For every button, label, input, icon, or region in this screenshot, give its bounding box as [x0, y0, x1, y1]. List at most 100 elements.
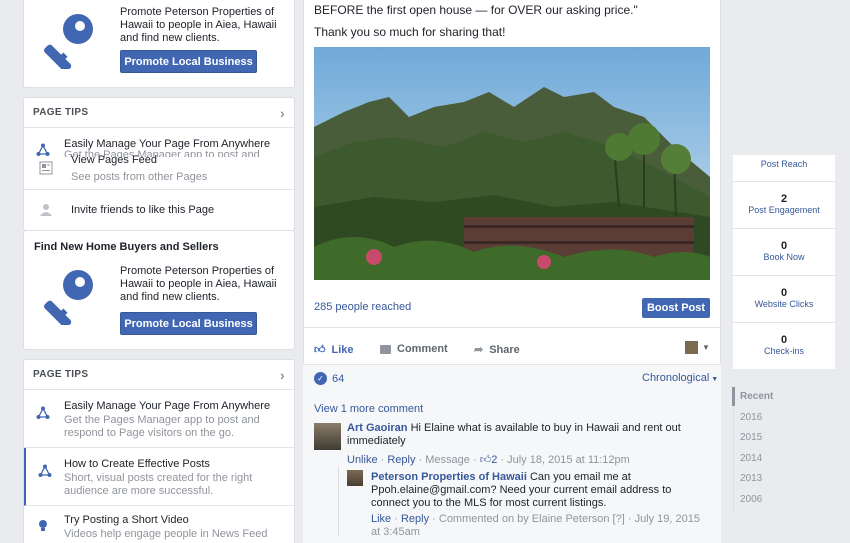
chevron-down-icon: ▼: [709, 376, 719, 383]
thumbs-up-icon: 👍︎: [314, 344, 326, 356]
share-action[interactable]: ➦ Share: [474, 343, 520, 357]
comment-time[interactable]: July 18, 2015 at 11:12pm: [507, 454, 630, 466]
reply-body: Peterson Properties of Hawaii Can you em…: [371, 471, 696, 510]
reply-link[interactable]: Reply: [387, 454, 415, 466]
unlike-link[interactable]: Unlike: [347, 454, 378, 466]
comment-likes-count: 2: [491, 454, 498, 466]
stat-book-now[interactable]: 0 Book Now: [733, 229, 835, 276]
commented-by: Commented on by Elaine Peterson: [438, 513, 610, 525]
stat-label: Book Now: [763, 252, 805, 262]
avatar: [685, 341, 698, 354]
page-tips-title: PAGE TIPS: [33, 107, 89, 118]
like-action[interactable]: 👍︎ Like: [314, 343, 354, 357]
stat-website-clicks[interactable]: 0 Website Clicks: [733, 276, 835, 323]
tip-title: Try Posting a Short Video: [64, 514, 189, 526]
avatar-selector[interactable]: ▼: [685, 341, 710, 354]
comment-label: Comment: [397, 343, 448, 355]
timeline-2016[interactable]: 2016: [740, 412, 762, 423]
stat-label: Website Clicks: [754, 299, 814, 309]
promote-local-business-button[interactable]: Promote Local Business: [120, 312, 257, 335]
person-add-icon: [40, 204, 52, 216]
promo-text: Promote Peterson Properties of Hawaii to…: [120, 265, 277, 303]
like-count-number: 64: [332, 372, 345, 385]
page-tips-title: PAGE TIPS: [33, 369, 89, 380]
post-divider: [303, 327, 721, 328]
tip-sub: Videos help engage people in News Feed: [64, 528, 268, 540]
stat-post-reach[interactable]: Post Reach: [733, 155, 835, 182]
promo-text: Promote Peterson Properties of Hawaii to…: [120, 6, 277, 44]
comment-likes[interactable]: 👍︎2: [480, 454, 498, 466]
timeline-2013[interactable]: 2013: [740, 473, 762, 484]
stat-number: 0: [780, 287, 788, 299]
share-label: Share: [489, 343, 520, 356]
timeline-recent[interactable]: Recent: [740, 391, 773, 402]
replier-avatar[interactable]: [347, 470, 363, 486]
stat-check-ins[interactable]: 0 Check-ins: [733, 323, 835, 369]
stat-post-engagement[interactable]: 2 Post Engagement: [733, 182, 835, 229]
find-buyers-title: Find New Home Buyers and Sellers: [34, 241, 219, 253]
page-tips-card-2: PAGE TIPS › Easily Manage Your Page From…: [23, 359, 295, 543]
people-reached[interactable]: 285 people reached: [314, 301, 411, 313]
order-label: Chronological: [642, 372, 710, 384]
like-badge-icon: ✓: [314, 372, 327, 385]
commenter-name[interactable]: Art Gaoiran: [347, 422, 408, 434]
tip-sub: See posts from other Pages: [71, 171, 208, 183]
comment-icon: [380, 344, 391, 354]
post-text-line1: BEFORE the first open house — for OVER o…: [314, 3, 638, 17]
lightbulb-icon: [39, 520, 47, 531]
share-icon: ➦: [474, 344, 484, 356]
page-tips-card-1: PAGE TIPS › Easily Manage Your Page From…: [23, 97, 295, 231]
tip-short-video[interactable]: Try Posting a Short Video Videos help en…: [24, 506, 294, 543]
tip-invite-friends[interactable]: Invite friends to like this Page: [24, 190, 294, 230]
mountain-photo: [314, 47, 710, 280]
stat-number: 0: [780, 240, 788, 252]
commenter-avatar[interactable]: [314, 423, 341, 450]
promo-card-top: Promote Peterson Properties of Hawaii to…: [23, 0, 295, 88]
pages-manager-icon: [36, 406, 50, 419]
stat-number: 2: [780, 193, 788, 205]
like-icon: 👍︎: [479, 454, 492, 466]
comment-body: Art Gaoiran Hi Elaine what is available …: [347, 422, 707, 448]
stat-label: Post Reach: [760, 159, 808, 169]
tip-effective-posts[interactable]: How to Create Effective Posts Short, vis…: [24, 448, 294, 506]
message-link[interactable]: Message: [425, 454, 470, 466]
timeline-2015[interactable]: 2015: [740, 432, 762, 443]
help-bracket[interactable]: [?]: [613, 513, 625, 525]
stat-label: Post Engagement: [748, 205, 820, 215]
comment-order-dropdown[interactable]: Chronological ▼: [642, 372, 718, 384]
tip-title: How to Create Effective Posts: [64, 458, 210, 470]
view-more-comments[interactable]: View 1 more comment: [314, 403, 423, 415]
find-buyers-card: Find New Home Buyers and Sellers Promote…: [23, 231, 295, 350]
tip-sub: Short, visual posts created for the righ…: [64, 472, 253, 497]
tip-view-pages-feed[interactable]: View Pages Feed See posts from other Pag…: [24, 150, 294, 190]
reply-link[interactable]: Reply: [401, 513, 429, 525]
post-text-line2: Thank you so much for sharing that!: [314, 25, 506, 39]
key-icon: [40, 9, 100, 72]
reply-thread-line: [338, 466, 339, 536]
like-label: Like: [331, 343, 354, 356]
boost-post-button[interactable]: Boost Post: [642, 298, 710, 318]
tip-sub: Get the Pages Manager app to post and re…: [64, 414, 260, 439]
timeline-2006[interactable]: 2006: [740, 494, 762, 505]
stat-number: 0: [780, 334, 788, 346]
promote-local-business-button[interactable]: Promote Local Business: [120, 50, 257, 73]
chevron-right-icon[interactable]: ›: [280, 105, 285, 121]
chevron-down-icon: ▼: [702, 343, 710, 352]
page-tips-header[interactable]: PAGE TIPS ›: [24, 98, 294, 128]
key-icon: [40, 265, 100, 328]
tip-manage-page[interactable]: Easily Manage Your Page From Anywhere Ge…: [24, 390, 294, 448]
like-count[interactable]: ✓ 64: [314, 372, 344, 385]
timeline-active-bar: [732, 387, 735, 406]
feed-icon: [39, 161, 53, 175]
like-link[interactable]: Like: [371, 513, 391, 525]
timeline-2014[interactable]: 2014: [740, 453, 762, 464]
comment-meta: Unlike · Reply · Message · 👍︎2 · July 18…: [347, 454, 630, 466]
comment-action[interactable]: Comment: [380, 343, 448, 355]
chevron-right-icon[interactable]: ›: [280, 367, 285, 383]
pages-manager-icon: [38, 464, 52, 477]
post-photo[interactable]: [314, 47, 710, 280]
page-tips-header[interactable]: PAGE TIPS ›: [24, 360, 294, 390]
replier-name[interactable]: Peterson Properties of Hawaii: [371, 471, 527, 483]
tip-title: Easily Manage Your Page From Anywhere: [64, 400, 271, 412]
reply-meta: Like · Reply · Commented on by Elaine Pe…: [371, 513, 700, 538]
